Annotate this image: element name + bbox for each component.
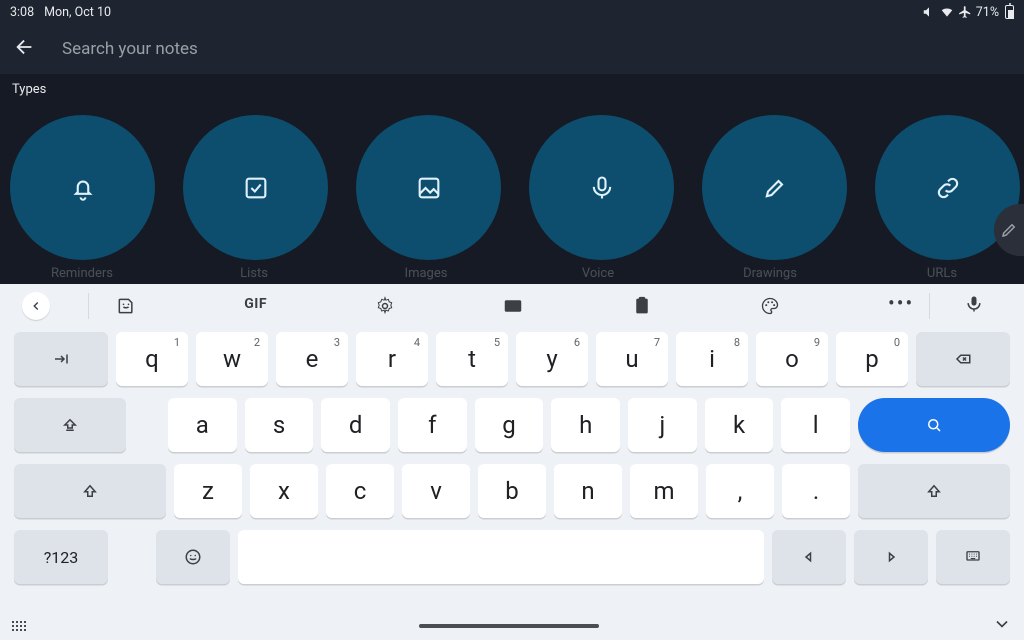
checkbox-icon (242, 174, 270, 202)
arrow-left-key[interactable] (772, 530, 846, 584)
type-chip-lists[interactable] (183, 115, 328, 260)
types-section: Types (0, 74, 1024, 284)
arrow-right-key[interactable] (854, 530, 928, 584)
shift-key-right[interactable] (858, 464, 1010, 518)
status-date: Mon, Oct 10 (44, 5, 111, 20)
keyboard: GIF ••• q1 w2 e3 (0, 284, 1024, 640)
backspace-key[interactable] (916, 332, 1010, 386)
search-bar (0, 24, 1024, 74)
airplane-icon (958, 5, 972, 19)
emoji-key[interactable] (156, 530, 230, 584)
kb-toolbar: GIF ••• (0, 284, 1024, 328)
key-t[interactable]: t5 (436, 332, 508, 386)
keyboard-layout-icon[interactable] (503, 296, 523, 316)
mic-icon (588, 174, 616, 202)
type-chip-voice[interactable] (529, 115, 674, 260)
key-q[interactable]: q1 (116, 332, 188, 386)
shift-key-left[interactable] (14, 464, 166, 518)
key-n[interactable]: n (554, 464, 622, 518)
dismiss-keyboard-icon[interactable] (992, 614, 1012, 638)
key-w[interactable]: w2 (196, 332, 268, 386)
chevron-left-icon (29, 299, 43, 313)
status-bar: 3:08 Mon, Oct 10 71% (0, 0, 1024, 24)
kb-collapse-button[interactable] (22, 292, 50, 320)
image-icon (415, 174, 443, 202)
hide-keyboard-key[interactable] (936, 530, 1010, 584)
chip-label: Drawings (698, 266, 842, 281)
chip-label: Voice (526, 266, 670, 281)
caps-key[interactable] (14, 398, 126, 452)
settings-icon[interactable] (375, 296, 395, 316)
pencil-icon (1000, 221, 1018, 239)
search-key[interactable] (858, 398, 1010, 452)
key-f[interactable]: f (398, 398, 467, 452)
kb-row-4: ?123 (14, 530, 1010, 584)
type-chip-images[interactable] (356, 115, 501, 260)
chip-label: Images (354, 266, 498, 281)
kb-row-2: a s d f g h j k l (14, 398, 1010, 452)
key-u[interactable]: u7 (596, 332, 668, 386)
key-a[interactable]: a (168, 398, 237, 452)
key-j[interactable]: j (628, 398, 697, 452)
clipboard-icon[interactable] (632, 296, 652, 316)
mute-icon (922, 5, 936, 19)
link-icon (934, 174, 962, 202)
voice-input-icon[interactable] (964, 294, 984, 318)
chip-label: URLs (870, 266, 1014, 281)
key-e[interactable]: e3 (276, 332, 348, 386)
key-o[interactable]: o9 (756, 332, 828, 386)
key-c[interactable]: c (326, 464, 394, 518)
key-d[interactable]: d (321, 398, 390, 452)
status-time: 3:08 (10, 5, 34, 20)
gif-button[interactable]: GIF (244, 296, 267, 316)
tab-key[interactable] (14, 332, 108, 386)
key-b[interactable]: b (478, 464, 546, 518)
key-i[interactable]: i8 (676, 332, 748, 386)
key-g[interactable]: g (475, 398, 544, 452)
bell-icon (69, 174, 97, 202)
type-chip-reminders[interactable] (10, 115, 155, 260)
gesture-pill[interactable] (419, 624, 599, 628)
key-h[interactable]: h (551, 398, 620, 452)
key-m[interactable]: m (630, 464, 698, 518)
key-z[interactable]: z (174, 464, 242, 518)
key-l[interactable]: l (781, 398, 850, 452)
key-v[interactable]: v (402, 464, 470, 518)
kb-row-3: z x c v b n m , . (14, 464, 1010, 518)
key-s[interactable]: s (245, 398, 314, 452)
palette-icon[interactable] (760, 296, 780, 316)
chip-label: Reminders (10, 266, 154, 281)
types-label: Types (0, 82, 1024, 97)
types-row (0, 115, 1024, 260)
brush-icon (761, 174, 789, 202)
search-input[interactable] (60, 38, 1010, 60)
space-key[interactable] (238, 530, 764, 584)
wifi-icon (940, 5, 954, 19)
nav-bar (0, 612, 1024, 640)
back-icon[interactable] (14, 36, 36, 62)
sticker-icon[interactable] (116, 296, 136, 316)
key-k[interactable]: k (705, 398, 774, 452)
kb-row-1: q1 w2 e3 r4 t5 y6 u7 i8 o9 p0 (14, 332, 1010, 386)
chip-label: Lists (182, 266, 326, 281)
battery-icon (1005, 5, 1014, 19)
key-period[interactable]: . (782, 464, 850, 518)
more-icon[interactable]: ••• (888, 296, 908, 316)
key-y[interactable]: y6 (516, 332, 588, 386)
symbols-key[interactable]: ?123 (14, 530, 108, 584)
keyboard-grid-icon[interactable] (12, 621, 26, 631)
type-chip-drawings[interactable] (702, 115, 847, 260)
battery-pct: 71% (976, 5, 999, 20)
key-r[interactable]: r4 (356, 332, 428, 386)
key-comma[interactable]: , (706, 464, 774, 518)
key-p[interactable]: p0 (836, 332, 908, 386)
key-x[interactable]: x (250, 464, 318, 518)
